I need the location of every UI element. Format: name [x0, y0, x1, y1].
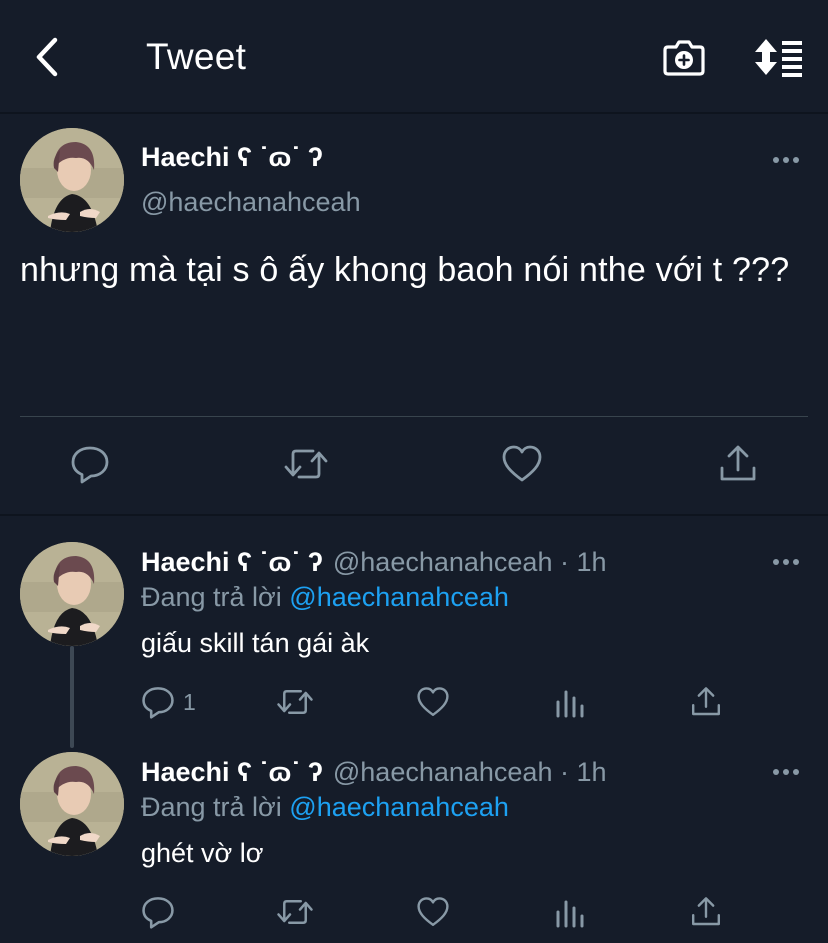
retweet-icon	[284, 449, 328, 479]
reply-header: Haechi ʕ ˙ɷ˙ ʔ @haechanahceah · 1h	[141, 546, 607, 578]
author-name[interactable]: Haechi ʕ ˙ɷ˙ ʔ	[141, 141, 323, 173]
more-options-button[interactable]	[770, 552, 802, 572]
top-bar: Tweet	[0, 0, 828, 112]
share-button[interactable]	[714, 440, 762, 488]
sort-button[interactable]	[750, 34, 808, 80]
reply-icon	[71, 446, 109, 484]
main-tweet: Haechi ʕ ˙ɷ˙ ʔ @haechanahceah nhưng mà t…	[0, 114, 828, 514]
heart-icon	[502, 445, 542, 482]
share-icon	[692, 897, 720, 926]
author-handle[interactable]: @haechanahceah	[333, 547, 553, 577]
sort-icon	[755, 39, 802, 77]
share-button[interactable]	[690, 682, 722, 722]
analytics-button[interactable]	[555, 892, 585, 932]
like-button[interactable]	[416, 682, 450, 722]
mention-link[interactable]: @haechanahceah	[289, 582, 509, 612]
tweet-text: nhưng mà tại s ô ấy khong baoh nói nthe …	[20, 251, 790, 289]
back-button[interactable]	[26, 34, 66, 80]
reply-tweet[interactable]: Haechi ʕ ˙ɷ˙ ʔ @haechanahceah · 1h Đang t…	[0, 726, 828, 936]
author-name[interactable]: Haechi ʕ ˙ɷ˙ ʔ	[141, 547, 323, 577]
avatar-image	[20, 752, 124, 856]
avatar[interactable]	[20, 128, 124, 232]
reply-icon	[142, 687, 174, 719]
author-handle[interactable]: @haechanahceah	[141, 186, 361, 218]
reply-button[interactable]	[66, 440, 114, 488]
replying-to: Đang trả lời @haechanahceah	[141, 791, 509, 823]
like-button[interactable]	[416, 892, 450, 932]
analytics-button[interactable]	[555, 682, 585, 722]
retweet-button[interactable]	[282, 440, 330, 488]
reply-button[interactable]	[141, 892, 175, 932]
avatar-image	[20, 128, 124, 232]
page-title: Tweet	[146, 36, 247, 77]
retweet-button[interactable]	[276, 682, 314, 722]
retweet-button[interactable]	[276, 892, 314, 932]
camera-plus-icon	[663, 40, 705, 76]
reply-tweet[interactable]: Haechi ʕ ˙ɷ˙ ʔ @haechanahceah · 1h Đang t…	[0, 516, 828, 726]
reply-icon	[142, 897, 174, 929]
author-name[interactable]: Haechi ʕ ˙ɷ˙ ʔ	[141, 757, 323, 787]
share-button[interactable]	[690, 892, 722, 932]
avatar[interactable]	[20, 752, 124, 856]
replying-to-label: Đang trả lời	[141, 792, 282, 822]
chevron-left-icon	[36, 37, 58, 77]
reply-button[interactable]: 1	[141, 682, 196, 722]
reply-count: 1	[183, 688, 196, 715]
more-options-button[interactable]	[770, 150, 802, 170]
tweet-actions: 1	[0, 682, 828, 722]
retweet-icon	[277, 900, 313, 924]
tweet-actions	[0, 440, 828, 490]
tweet-text: ghét vờ lơ	[141, 838, 264, 868]
camera-button[interactable]	[660, 34, 708, 80]
more-icon	[773, 559, 799, 565]
reply-header: Haechi ʕ ˙ɷ˙ ʔ @haechanahceah · 1h	[141, 756, 607, 788]
author-handle[interactable]: @haechanahceah	[333, 757, 553, 787]
heart-icon	[417, 687, 449, 716]
more-icon	[773, 157, 799, 163]
tweet-detail-page: Tweet Haechi ʕ ˙ɷ˙ ʔ @haechanahceah nhưn…	[0, 0, 828, 943]
tweet-actions	[0, 892, 828, 932]
share-icon	[720, 445, 756, 481]
more-options-button[interactable]	[770, 762, 802, 782]
replying-to: Đang trả lời @haechanahceah	[141, 581, 509, 613]
tweet-text: giấu skill tán gái àk	[141, 628, 370, 658]
analytics-icon	[556, 690, 584, 718]
more-icon	[773, 769, 799, 775]
avatar-image	[20, 542, 124, 646]
like-button[interactable]	[498, 440, 546, 488]
timestamp: · 1h	[559, 547, 607, 577]
heart-icon	[417, 897, 449, 926]
replying-to-label: Đang trả lời	[141, 582, 282, 612]
timestamp: · 1h	[559, 757, 607, 787]
mention-link[interactable]: @haechanahceah	[289, 792, 509, 822]
share-icon	[692, 687, 720, 716]
analytics-icon	[556, 900, 584, 928]
avatar[interactable]	[20, 542, 124, 646]
retweet-icon	[277, 690, 313, 714]
tweet-divider	[20, 416, 808, 417]
